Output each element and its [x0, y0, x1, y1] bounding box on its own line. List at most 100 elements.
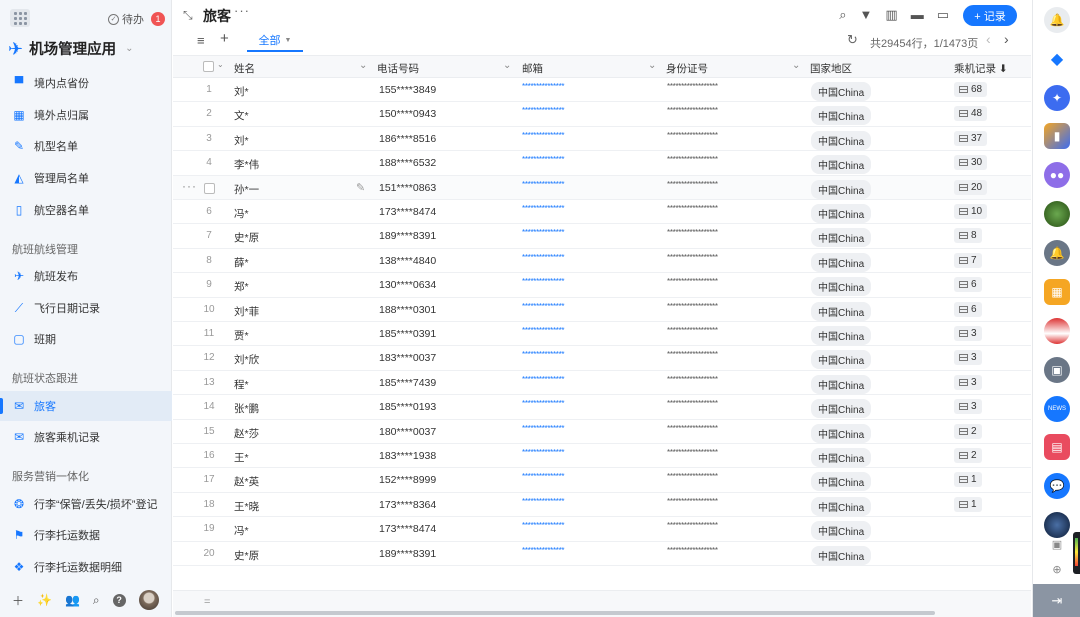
cell-records-link[interactable]: 3 — [954, 374, 982, 390]
search-icon[interactable]: ⌕ — [839, 7, 846, 23]
cell-records-link[interactable]: 48 — [954, 106, 988, 122]
cell-name[interactable]: 程* — [234, 377, 249, 392]
grid-apps-icon[interactable]: ▦ — [1044, 279, 1070, 305]
help-icon[interactable]: ? — [112, 593, 126, 607]
cell-phone[interactable]: 173****8364 — [379, 499, 436, 511]
table-row[interactable]: 11 贾* 185****0391 *************** **********… — [173, 322, 1031, 347]
cell-phone[interactable]: 155****3849 — [379, 84, 436, 96]
cell-phone[interactable]: 183****0037 — [379, 352, 436, 364]
cell-country-tag[interactable]: 中国China — [811, 155, 872, 175]
sidebar-item[interactable]: ⟋ 飞行日期记录 — [0, 293, 172, 323]
table-row[interactable]: 1 刘* 155****3849 *************** ***********… — [173, 78, 1031, 103]
sidebar-item[interactable]: ▀ 境内点省份 — [0, 68, 172, 98]
bell-icon[interactable]: 🔔 — [1044, 7, 1070, 33]
chat-icon[interactable]: 💬 — [1044, 473, 1070, 499]
comment-icon[interactable]: ▬ — [911, 7, 924, 23]
cell-id-number[interactable]: ****************** — [667, 350, 718, 359]
sidebar-item[interactable]: ✉ 旅客 — [0, 391, 172, 421]
cell-country-tag[interactable]: 中国China — [811, 350, 872, 370]
cell-records-link[interactable]: 20 — [954, 179, 988, 195]
col-menu-icon[interactable]: ⌄ — [792, 60, 800, 71]
cell-phone[interactable]: 186****8516 — [379, 133, 436, 145]
bar-chart-icon[interactable]: ▥ — [885, 7, 897, 23]
cell-phone[interactable]: 185****0391 — [379, 328, 436, 340]
app-logo-icon[interactable]: ◆ — [1044, 46, 1070, 72]
table-row[interactable]: ··· ✎ 孙*一 151****0863 *************** *******… — [173, 175, 1031, 200]
cell-phone[interactable]: 188****0301 — [379, 304, 436, 316]
table-row[interactable]: 9 郑* 130****0634 *************** ***********… — [173, 273, 1031, 298]
cell-id-number[interactable]: ****************** — [667, 82, 718, 91]
cell-email[interactable]: *************** — [522, 180, 565, 189]
table-row[interactable]: 7 史*原 189****8391 *************** **********… — [173, 224, 1031, 249]
cell-phone[interactable]: 185****0193 — [379, 401, 436, 413]
cell-country-tag[interactable]: 中国China — [811, 82, 872, 101]
contact-icon[interactable]: ▣ — [1050, 537, 1064, 551]
cell-country-tag[interactable]: 中国China — [811, 472, 872, 492]
col-menu-icon[interactable]: ⌄ — [359, 60, 367, 71]
cell-id-number[interactable]: ****************** — [667, 204, 718, 213]
sidebar-item[interactable]: ▯ 航空器名单 — [0, 195, 172, 225]
table-row[interactable]: 13 程* 185****7439 *************** **********… — [173, 371, 1031, 396]
col-email[interactable]: 邮箱 — [522, 61, 543, 76]
sidebar-item[interactable]: ✎ 机型名单 — [0, 131, 172, 161]
row-more-icon[interactable]: ··· — [182, 179, 197, 193]
cell-country-tag[interactable]: 中国China — [811, 521, 872, 541]
cell-country-tag[interactable]: 中国China — [811, 423, 872, 443]
earth-icon[interactable] — [1044, 512, 1070, 538]
sidebar-item[interactable]: ⚑ 行李托运数据 — [0, 520, 172, 550]
cell-phone[interactable]: 173****8474 — [379, 206, 436, 218]
col-records[interactable]: 乘机记录 ⬇ — [954, 61, 1008, 76]
add-circle-icon[interactable]: ⊕ — [1050, 562, 1064, 576]
caret-down-icon[interactable]: ⌄ — [217, 60, 224, 69]
cell-phone[interactable]: 180****0037 — [379, 426, 436, 438]
table-row[interactable]: 16 王* 183****1938 *************** **********… — [173, 444, 1031, 469]
cell-name[interactable]: 贾* — [234, 328, 249, 343]
cell-email[interactable]: *************** — [522, 106, 565, 115]
cell-records-link[interactable]: 10 — [954, 204, 988, 219]
edit-icon[interactable]: ✎ — [356, 181, 365, 194]
cell-name[interactable]: 史*原 — [234, 548, 259, 563]
photo-avatar-icon[interactable] — [1044, 201, 1070, 227]
refresh-icon[interactable]: ↻ — [847, 32, 858, 48]
cell-id-number[interactable]: ****************** — [667, 302, 718, 311]
cell-email[interactable]: *************** — [522, 82, 565, 91]
cell-country-tag[interactable]: 中国China — [811, 399, 872, 419]
col-menu-icon[interactable]: ⌄ — [648, 60, 656, 71]
table-row[interactable]: 18 王*晓 173****8364 *************** *********… — [173, 493, 1031, 518]
ai-sparkle-icon[interactable]: ✦ — [1044, 85, 1070, 111]
col-name[interactable]: 姓名 — [234, 61, 255, 76]
cell-id-number[interactable]: ****************** — [667, 277, 718, 286]
cell-name[interactable]: 王* — [234, 450, 249, 465]
cell-email[interactable]: *************** — [522, 399, 565, 408]
cell-country-tag[interactable]: 中国China — [811, 374, 872, 394]
cell-phone[interactable]: 130****0634 — [379, 279, 436, 291]
app-switcher[interactable]: ✈ 机场管理应用 ⌄ — [8, 38, 133, 59]
cell-country-tag[interactable]: 中国China — [811, 277, 872, 297]
cell-records-link[interactable]: 3 — [954, 350, 982, 366]
cell-id-number[interactable]: ****************** — [667, 375, 718, 384]
cell-email[interactable]: *************** — [522, 350, 565, 359]
sidebar-item[interactable]: ❖ 行李托运数据明细 — [0, 552, 172, 582]
add-record-button[interactable]: + 记录 — [963, 5, 1017, 26]
cell-phone[interactable]: 189****8391 — [379, 230, 436, 242]
cell-name[interactable]: 张*鹏 — [234, 401, 259, 416]
cell-phone[interactable]: 183****1938 — [379, 450, 436, 462]
cell-phone[interactable]: 138****4840 — [379, 255, 436, 267]
cell-records-link[interactable]: 37 — [954, 130, 988, 146]
cell-email[interactable]: *************** — [522, 521, 565, 530]
users-icon[interactable]: 👥 — [65, 593, 80, 607]
cell-records-link[interactable]: 1 — [954, 472, 982, 488]
cell-id-number[interactable]: ****************** — [667, 106, 718, 115]
inbox-icon[interactable]: ▭ — [937, 7, 949, 23]
cell-records-link[interactable]: 3 — [954, 399, 982, 415]
table-row[interactable]: 2 文* 150****0943 *************** ***********… — [173, 102, 1031, 127]
table-row[interactable]: 19 冯* 173****8474 *************** **********… — [173, 517, 1031, 542]
cell-name[interactable]: 刘*欣 — [234, 352, 259, 367]
user-avatar[interactable] — [138, 590, 159, 610]
cell-name[interactable]: 冯* — [234, 206, 249, 221]
cell-records-link[interactable]: 7 — [954, 252, 982, 268]
cell-country-tag[interactable]: 中国China — [811, 545, 872, 565]
cell-name[interactable]: 赵*英 — [234, 474, 259, 489]
cell-records-link[interactable]: 2 — [954, 448, 982, 463]
cell-name[interactable]: 刘*菲 — [234, 304, 259, 319]
